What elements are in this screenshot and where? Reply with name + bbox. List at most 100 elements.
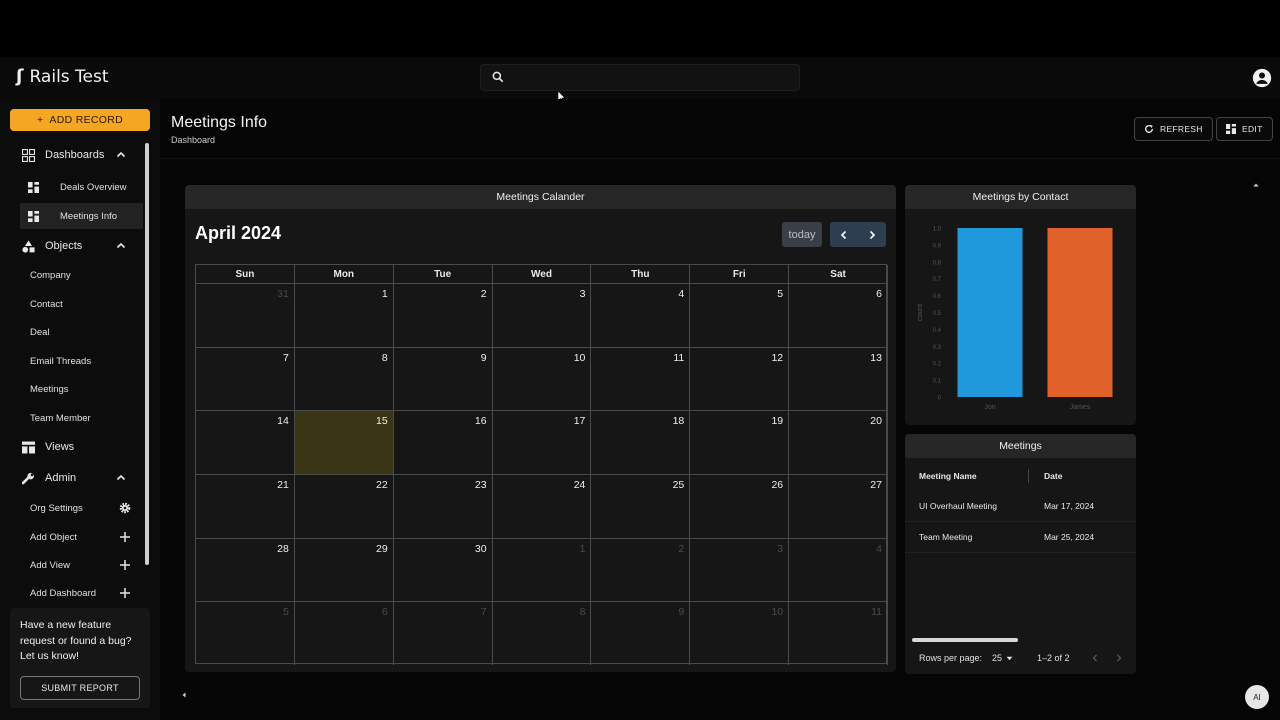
rows-per-page-label: Rows per page: <box>919 653 983 663</box>
calendar-card: Meetings Calander April 2024 today Sun Mo… <box>185 185 896 672</box>
calendar-day-cell[interactable]: 7 <box>196 346 295 411</box>
calendar-day-cell[interactable]: 30 <box>393 537 493 602</box>
calendar-day-cell[interactable]: 2 <box>591 537 691 602</box>
calendar-day-cell[interactable]: 24 <box>492 474 592 538</box>
calendar-day-cell[interactable]: 28 <box>196 537 295 602</box>
rows-per-page-select[interactable]: 25 <box>992 653 1013 663</box>
calendar-day-cell[interactable]: 20 <box>789 410 888 474</box>
edit-button[interactable]: EDIT <box>1216 117 1273 141</box>
column-header-date[interactable]: Date <box>1044 462 1062 490</box>
calendar-day-cell[interactable]: 23 <box>393 474 493 538</box>
sidebar-item-dashboards[interactable]: Dashboards <box>0 142 145 168</box>
app-name: Rails Test <box>29 66 109 87</box>
calendar-day-cell[interactable]: 17 <box>492 410 592 474</box>
calendar-day-cell[interactable]: 18 <box>591 410 691 474</box>
next-page-icon[interactable] <box>1115 654 1123 662</box>
app-logo[interactable]: ʃ Rails Test <box>16 66 109 87</box>
sidebar-item-meetings-info[interactable]: Meetings Info <box>20 203 143 229</box>
chart-card-title: Meetings by Contact <box>905 185 1136 209</box>
calendar-day-cell[interactable]: 19 <box>690 410 790 474</box>
table-row[interactable]: UI Overhaul Meeting Mar 17, 2024 <box>905 491 1136 522</box>
today-button[interactable]: today <box>782 222 822 247</box>
sidebar-scrollbar[interactable] <box>145 143 149 565</box>
calendar-day-cell[interactable]: 13 <box>789 346 888 411</box>
calendar-day-cell[interactable]: 6 <box>294 601 394 665</box>
calendar-day-cell[interactable]: 27 <box>789 474 888 538</box>
sidebar-item-label: Meetings <box>30 383 69 395</box>
calendar-day-cell[interactable]: 10 <box>690 601 790 665</box>
shapes-icon <box>22 240 35 253</box>
calendar-day-cell[interactable]: 8 <box>492 601 592 665</box>
prev-page-icon[interactable] <box>1091 654 1099 662</box>
search-input[interactable] <box>480 64 800 91</box>
calendar-day-cell[interactable]: 1 <box>294 283 394 347</box>
calendar-day-cell[interactable]: 16 <box>393 410 493 474</box>
calendar-day-cell[interactable]: 1 <box>492 537 592 602</box>
submit-report-button[interactable]: SUBMIT REPORT <box>20 676 140 700</box>
sidebar-item-label: Objects <box>45 240 83 252</box>
calendar-day-cell[interactable]: 9 <box>393 346 493 411</box>
dashboard-icon <box>28 181 39 193</box>
add-record-button[interactable]: + ADD RECORD <box>10 109 150 131</box>
calendar-day-cell[interactable]: 8 <box>294 346 394 411</box>
calendar-day-cell[interactable]: 15 <box>294 410 394 474</box>
sidebar-item-add-view[interactable]: Add View <box>20 552 143 578</box>
plus-icon[interactable] <box>119 587 131 599</box>
calendar-day-cell[interactable]: 4 <box>789 537 888 602</box>
table-row[interactable]: Team Meeting Mar 25, 2024 <box>905 522 1136 553</box>
calendar-day-cell[interactable]: 3 <box>690 537 790 602</box>
calendar-day-cell[interactable]: 14 <box>196 410 295 474</box>
calendar-day-cell[interactable]: 7 <box>393 601 493 665</box>
sidebar-item-add-object[interactable]: Add Object <box>20 524 143 550</box>
column-header-meeting-name[interactable]: Meeting Name <box>919 462 977 490</box>
scroll-left-icon[interactable] <box>181 692 187 698</box>
calendar-day-cell[interactable]: 3 <box>492 283 592 347</box>
calendar-day-cell[interactable]: 2 <box>393 283 493 347</box>
sidebar-item-contact[interactable]: Contact <box>20 291 143 317</box>
calendar-day-cell[interactable]: 12 <box>690 346 790 411</box>
sidebar-item-company[interactable]: Company <box>20 262 143 288</box>
breadcrumb[interactable]: Dashboard <box>171 135 215 145</box>
calendar-day-cell[interactable]: 29 <box>294 537 394 602</box>
calendar-day-cell[interactable]: 10 <box>492 346 592 411</box>
sidebar-item-org-settings[interactable]: Org Settings <box>20 495 143 521</box>
sidebar-item-deal[interactable]: Deal <box>20 319 143 345</box>
next-month-button[interactable] <box>858 222 886 247</box>
sidebar-item-add-dashboard[interactable]: Add Dashboard <box>20 580 143 606</box>
calendar-day-cell[interactable]: 9 <box>591 601 691 665</box>
calendar-day-cell[interactable]: 6 <box>789 283 888 347</box>
sidebar-item-meetings[interactable]: Meetings <box>20 376 143 402</box>
gear-icon[interactable] <box>119 502 131 514</box>
sidebar-item-objects[interactable]: Objects <box>0 233 145 259</box>
ai-assistant-button[interactable]: AI <box>1245 685 1269 709</box>
pagination-range: 1–2 of 2 <box>1037 653 1070 663</box>
column-separator[interactable] <box>1028 469 1029 483</box>
sidebar-item-team-member[interactable]: Team Member <box>20 405 143 431</box>
sidebar-item-admin[interactable]: Admin <box>0 465 145 491</box>
calendar-day-cell[interactable]: 11 <box>591 346 691 411</box>
plus-icon[interactable] <box>119 531 131 543</box>
sidebar-item-label: Add Dashboard <box>30 587 97 599</box>
calendar-day-cell[interactable]: 21 <box>196 474 295 538</box>
plus-icon[interactable] <box>119 559 131 571</box>
refresh-label: REFRESH <box>1160 124 1203 134</box>
calendar-day-cell[interactable]: 11 <box>789 601 888 665</box>
sidebar-item-email-threads[interactable]: Email Threads <box>20 348 143 374</box>
calendar-day-cell[interactable]: 5 <box>196 601 295 665</box>
calendar-day-cell[interactable]: 25 <box>591 474 691 538</box>
refresh-button[interactable]: REFRESH <box>1134 117 1213 141</box>
dropdown-arrow-icon <box>1006 656 1013 660</box>
sidebar-item-views[interactable]: Views <box>0 434 145 460</box>
table-horizontal-scrollbar[interactable] <box>912 638 1018 642</box>
x-tick-label: Jon <box>984 404 995 411</box>
calendar-day-cell[interactable]: 4 <box>591 283 691 347</box>
prev-month-button[interactable] <box>830 222 858 247</box>
calendar-day-cell[interactable]: 22 <box>294 474 394 538</box>
scroll-up-icon[interactable] <box>1253 182 1259 188</box>
calendar-day-cell[interactable]: 31 <box>196 283 295 347</box>
calendar-day-cell[interactable]: 26 <box>690 474 790 538</box>
sidebar-item-deals-overview[interactable]: Deals Overview <box>20 174 143 200</box>
account-icon[interactable] <box>1252 68 1272 88</box>
calendar-day-cell[interactable]: 5 <box>690 283 790 347</box>
y-tick-label: 0.2 <box>933 362 942 368</box>
